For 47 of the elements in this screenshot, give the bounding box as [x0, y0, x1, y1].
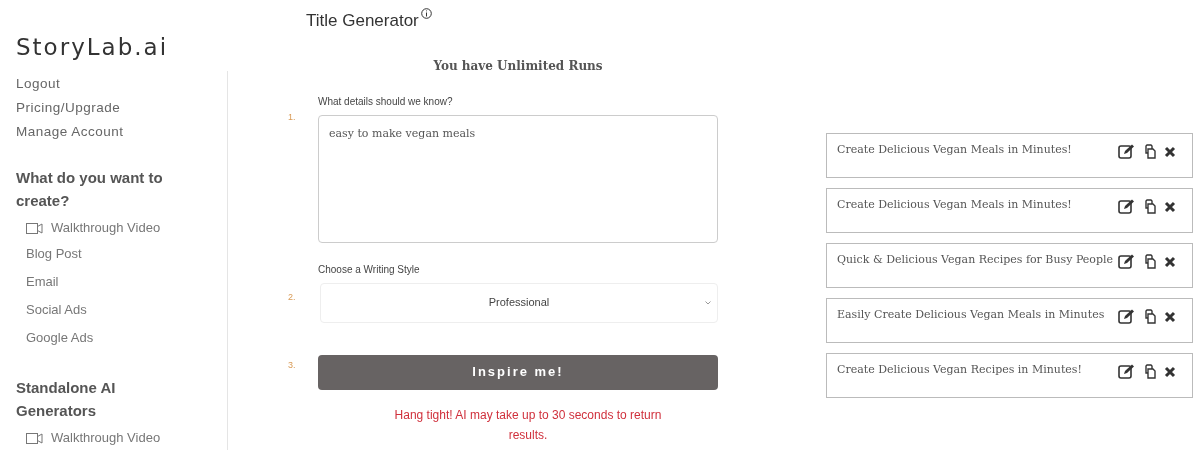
step-number: 2. — [288, 290, 297, 304]
field-label: Choose a Writing Style — [318, 262, 420, 277]
section-heading: Standalone AI Generators — [16, 378, 117, 421]
details-textarea[interactable]: easy to make vegan meals — [318, 114, 718, 243]
close-icon[interactable] — [1164, 145, 1176, 158]
walkthrough-video-link[interactable]: Walkthrough Video — [26, 426, 161, 450]
close-icon[interactable] — [1164, 200, 1176, 213]
info-icon[interactable] — [420, 8, 432, 19]
edit-icon[interactable] — [1118, 144, 1135, 159]
section-heading: What do you want to create? — [16, 168, 164, 211]
close-icon[interactable] — [1164, 365, 1176, 378]
video-camera-icon — [26, 432, 43, 444]
result-title: Create Delicious Vegan Meals in Minutes! — [837, 142, 1072, 158]
copy-icon[interactable] — [1142, 364, 1157, 379]
wait-message: Hang tight! AI may take up to 30 seconds to return results. — [393, 406, 663, 444]
edit-icon[interactable] — [1118, 199, 1135, 214]
chevron-down-icon — [705, 300, 711, 305]
logo[interactable]: StoryLab.ai — [0, 0, 228, 71]
sidebar-item[interactable]: Social Ads — [26, 296, 87, 324]
page-title: Title Generator — [306, 10, 419, 32]
copy-icon[interactable] — [1142, 254, 1157, 269]
runs-notice: You have Unlimited Runs — [432, 57, 604, 75]
result-title: Create Delicious Vegan Meals in Minutes! — [837, 197, 1072, 213]
field-label: What details should we know? — [318, 94, 453, 109]
result-title: Create Delicious Vegan Recipes in Minutes! — [837, 362, 1082, 378]
copy-icon[interactable] — [1142, 309, 1157, 324]
result-title: Easily Create Delicious Vegan Meals in Minutes — [837, 307, 1105, 323]
result-title: Quick & Delicious Vegan Recipes for Busy People — [837, 252, 1113, 268]
copy-icon[interactable] — [1142, 199, 1157, 214]
edit-icon[interactable] — [1118, 364, 1135, 379]
sidebar-item[interactable]: Email — [26, 268, 59, 296]
edit-icon[interactable] — [1118, 309, 1135, 324]
writing-style-select[interactable]: Professional — [320, 282, 718, 323]
step-number: 3. — [288, 358, 297, 372]
close-icon[interactable] — [1164, 255, 1176, 268]
sidebar-link[interactable]: Manage Account — [16, 121, 124, 142]
walkthrough-video-link[interactable]: Walkthrough Video — [26, 216, 161, 240]
sidebar-item[interactable]: Blog Post — [26, 240, 82, 268]
inspire-button[interactable]: Inspire me! — [318, 354, 718, 390]
sidebar-item[interactable]: Google Ads — [26, 324, 94, 352]
copy-icon[interactable] — [1142, 144, 1157, 159]
sidebar-link[interactable]: Logout — [16, 73, 61, 94]
close-icon[interactable] — [1164, 310, 1176, 323]
step-number: 1. — [288, 110, 297, 124]
video-camera-icon — [26, 222, 43, 234]
edit-icon[interactable] — [1118, 254, 1135, 269]
sidebar-link[interactable]: Pricing/Upgrade — [16, 97, 121, 118]
